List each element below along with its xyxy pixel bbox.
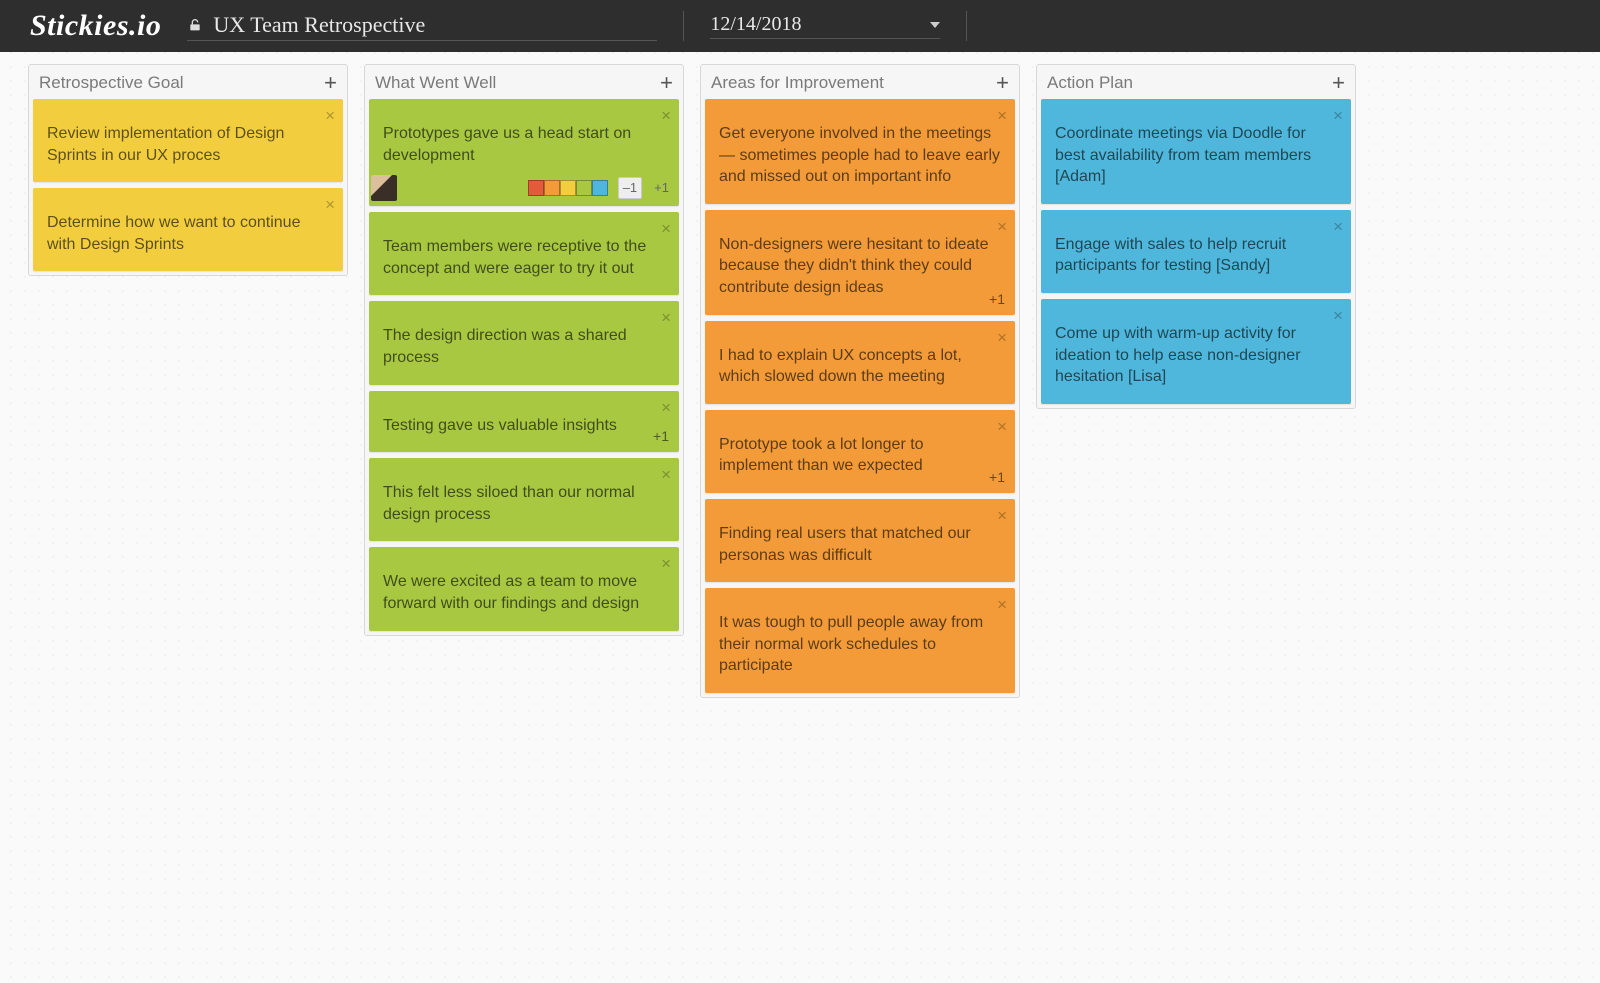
color-swatch[interactable] (544, 180, 560, 196)
card-list: ×Review implementation of Design Sprints… (33, 99, 343, 271)
vote-down-button[interactable]: –1 (618, 177, 642, 199)
sticky-card[interactable]: ×Determine how we want to continue with … (33, 188, 343, 271)
close-icon[interactable]: × (1333, 305, 1343, 328)
close-icon[interactable]: × (997, 505, 1007, 528)
add-card-button[interactable]: + (660, 76, 673, 90)
topbar: Stickies.io 12/14/2018 (0, 0, 1600, 52)
close-icon[interactable]: × (1333, 216, 1343, 239)
card-text: Testing gave us valuable insights (383, 415, 665, 437)
sticky-card[interactable]: ×The design direction was a shared proce… (369, 301, 679, 384)
close-icon[interactable]: × (325, 105, 335, 128)
vote-count: +1 (989, 290, 1005, 309)
close-icon[interactable]: × (997, 416, 1007, 439)
vote-count: +1 (653, 427, 669, 446)
vote-up-button[interactable]: +1 (652, 178, 671, 198)
chevron-down-icon (930, 22, 940, 28)
sticky-card[interactable]: ×We were excited as a team to move forwa… (369, 547, 679, 630)
color-swatch[interactable] (576, 180, 592, 196)
sticky-card[interactable]: ×Come up with warm-up activity for ideat… (1041, 299, 1351, 404)
close-icon[interactable]: × (997, 327, 1007, 350)
sticky-card[interactable]: ×Team members were receptive to the conc… (369, 212, 679, 295)
avatar (371, 175, 397, 201)
card-text: Get everyone involved in the meetings — … (719, 123, 1001, 188)
color-swatch[interactable] (560, 180, 576, 196)
close-icon[interactable]: × (661, 307, 671, 330)
column-header: Retrospective Goal + (33, 69, 343, 99)
column-improve: Areas for Improvement+×Get everyone invo… (700, 64, 1020, 698)
column-goal: Retrospective Goal+×Review implementatio… (28, 64, 348, 276)
color-swatch[interactable] (592, 180, 608, 196)
column-title: What Went Well (375, 73, 496, 93)
close-icon[interactable]: × (997, 105, 1007, 128)
card-text: It was tough to pull people away from th… (719, 612, 1001, 677)
card-list: ×Get everyone involved in the meetings —… (705, 99, 1015, 693)
card-text: Prototype took a lot longer to implement… (719, 434, 1001, 477)
date-value: 12/14/2018 (710, 13, 801, 36)
close-icon[interactable]: × (661, 218, 671, 241)
sticky-card[interactable]: ×Get everyone involved in the meetings —… (705, 99, 1015, 204)
app-logo: Stickies.io (30, 9, 161, 43)
column-header: What Went Well + (369, 69, 679, 99)
sticky-card[interactable]: ×Prototype took a lot longer to implemen… (705, 410, 1015, 493)
card-text: Engage with sales to help recruit partic… (1055, 234, 1337, 277)
close-icon[interactable]: × (997, 594, 1007, 617)
divider (966, 11, 967, 41)
close-icon[interactable]: × (661, 464, 671, 487)
close-icon[interactable]: × (325, 194, 335, 217)
card-text: This felt less siloed than our normal de… (383, 482, 665, 525)
date-picker[interactable]: 12/14/2018 (710, 13, 940, 39)
board-title-input[interactable] (213, 12, 657, 38)
board-title-wrap[interactable] (187, 12, 657, 41)
card-text: Coordinate meetings via Doodle for best … (1055, 123, 1337, 188)
column-action: Action Plan+×Coordinate meetings via Doo… (1036, 64, 1356, 409)
column-header: Areas for Improvement + (705, 69, 1015, 99)
card-text: The design direction was a shared proces… (383, 325, 665, 368)
add-card-button[interactable]: + (1332, 76, 1345, 90)
sticky-card[interactable]: ×Review implementation of Design Sprints… (33, 99, 343, 182)
column-title: Action Plan (1047, 73, 1133, 93)
color-swatches (528, 180, 608, 196)
add-card-button[interactable]: + (996, 76, 1009, 90)
card-text: Prototypes gave us a head start on devel… (383, 123, 665, 166)
vote-count: +1 (989, 468, 1005, 487)
sticky-card[interactable]: ×It was tough to pull people away from t… (705, 588, 1015, 693)
card-text: Review implementation of Design Sprints … (47, 123, 329, 166)
card-text: Team members were receptive to the conce… (383, 236, 665, 279)
sticky-card[interactable]: ×This felt less siloed than our normal d… (369, 458, 679, 541)
sticky-card[interactable]: ×Prototypes gave us a head start on deve… (369, 99, 679, 206)
card-toolbar: –1 +1 (369, 174, 679, 202)
sticky-card[interactable]: ×Testing gave us valuable insights+1 (369, 391, 679, 453)
add-card-button[interactable]: + (324, 76, 337, 90)
sticky-card[interactable]: ×Finding real users that matched our per… (705, 499, 1015, 582)
close-icon[interactable]: × (661, 105, 671, 128)
close-icon[interactable]: × (661, 397, 671, 420)
card-text: I had to explain UX concepts a lot, whic… (719, 345, 1001, 388)
close-icon[interactable]: × (661, 553, 671, 576)
card-text: Finding real users that matched our pers… (719, 523, 1001, 566)
card-text: Come up with warm-up activity for ideati… (1055, 323, 1337, 388)
card-text: We were excited as a team to move forwar… (383, 571, 665, 614)
card-text: Non-designers were hesitant to ideate be… (719, 234, 1001, 299)
sticky-card[interactable]: ×I had to explain UX concepts a lot, whi… (705, 321, 1015, 404)
sticky-card[interactable]: ×Non-designers were hesitant to ideate b… (705, 210, 1015, 315)
color-swatch[interactable] (528, 180, 544, 196)
sticky-card[interactable]: ×Coordinate meetings via Doodle for best… (1041, 99, 1351, 204)
column-title: Retrospective Goal (39, 73, 184, 93)
unlock-icon (187, 17, 203, 33)
divider (683, 11, 684, 41)
card-list: ×Prototypes gave us a head start on deve… (369, 99, 679, 631)
close-icon[interactable]: × (997, 216, 1007, 239)
card-list: ×Coordinate meetings via Doodle for best… (1041, 99, 1351, 404)
column-well: What Went Well+×Prototypes gave us a hea… (364, 64, 684, 636)
column-title: Areas for Improvement (711, 73, 884, 93)
close-icon[interactable]: × (1333, 105, 1343, 128)
card-text: Determine how we want to continue with D… (47, 212, 329, 255)
board: Retrospective Goal+×Review implementatio… (0, 52, 1600, 728)
column-header: Action Plan + (1041, 69, 1351, 99)
sticky-card[interactable]: ×Engage with sales to help recruit parti… (1041, 210, 1351, 293)
